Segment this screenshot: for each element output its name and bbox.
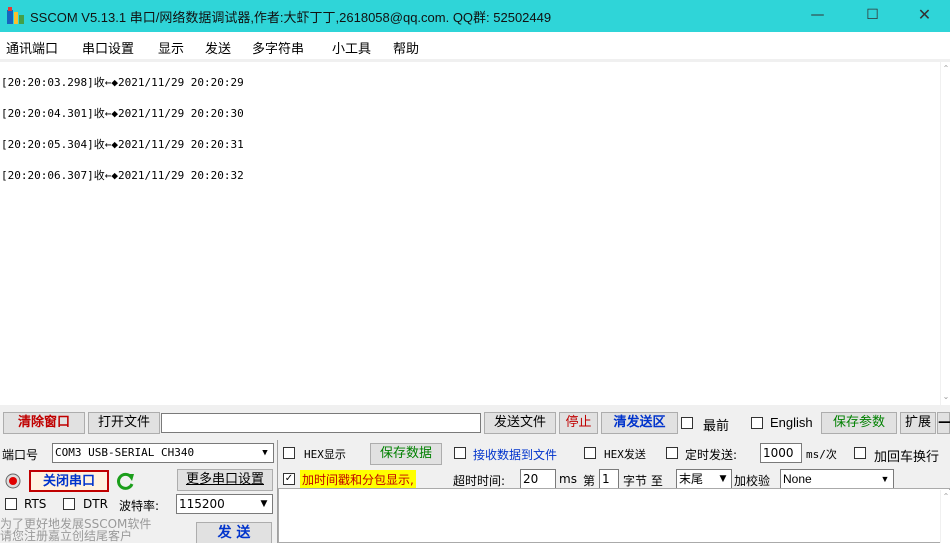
file-path-input[interactable] <box>161 413 481 433</box>
receive-line: [20:20:06.307]收←◆2021/11/29 20:20:32 <box>1 169 244 182</box>
hex-send-checkbox[interactable] <box>584 447 596 459</box>
port-status-icon <box>5 473 21 489</box>
collapse-button[interactable]: — <box>937 412 950 434</box>
rts-checkbox[interactable] <box>5 498 17 510</box>
send-file-button[interactable]: 发送文件 <box>484 412 556 434</box>
clear-send-button[interactable]: 清发送区 <box>601 412 678 434</box>
stop-button[interactable]: 停止 <box>559 412 598 434</box>
receive-line: [20:20:04.301]收←◆2021/11/29 20:20:30 <box>1 107 244 120</box>
timeout-label: 超时时间: <box>453 474 506 488</box>
timed-send-label: 定时发送: <box>685 448 738 462</box>
maximize-icon[interactable]: ☐ <box>850 0 895 32</box>
english-checkbox[interactable] <box>751 417 763 429</box>
menu-serial-settings[interactable]: 串口设置 <box>82 38 134 57</box>
timestamp-label: 加时间戳和分包显示, <box>300 470 416 489</box>
title-bar: SSCOM V5.13.1 串口/网络数据调试器,作者:大虾丁丁,2618058… <box>0 0 950 32</box>
chevron-down-icon[interactable]: ▼ <box>258 445 272 461</box>
dtr-checkbox[interactable] <box>63 498 75 510</box>
receive-scrollbar[interactable]: ⌃ ⌄ <box>940 62 950 405</box>
port-select[interactable]: COM3 USB-SERIAL CH340 ▼ <box>52 443 274 463</box>
menu-multi-string[interactable]: 多字符串 <box>252 38 304 57</box>
more-settings-button[interactable]: 更多串口设置 <box>177 469 273 491</box>
chevron-down-icon[interactable]: ▼ <box>878 471 892 487</box>
baud-label: 波特率: <box>119 499 160 513</box>
chevron-down-icon[interactable]: ▼ <box>716 471 730 487</box>
english-label: English <box>770 415 813 430</box>
topmost-checkbox[interactable] <box>681 417 693 429</box>
timestamp-checkbox[interactable]: ✓ <box>283 473 295 485</box>
end-value: 末尾 <box>679 472 704 486</box>
scroll-up-icon[interactable]: ⌃ <box>942 492 950 502</box>
promo-line-2: 请您注册嘉立创结尾客户 <box>0 529 133 543</box>
save-params-button[interactable]: 保存参数 <box>821 412 897 434</box>
append-newline-checkbox[interactable] <box>854 447 866 459</box>
receive-line: [20:20:03.298]收←◆2021/11/29 20:20:29 <box>1 76 244 89</box>
end-select[interactable]: 末尾 ▼ <box>676 469 732 489</box>
scroll-down-icon[interactable]: ⌄ <box>942 392 950 402</box>
baud-value: 115200 <box>179 497 225 511</box>
open-file-button[interactable]: 打开文件 <box>88 412 160 434</box>
chevron-down-icon[interactable]: ▼ <box>257 496 271 512</box>
port-value: COM3 USB-SERIAL CH340 <box>55 446 195 459</box>
timed-send-checkbox[interactable] <box>666 447 678 459</box>
close-port-button[interactable]: 关闭串口 <box>29 470 109 492</box>
checksum-label: 加校验 <box>734 474 771 488</box>
timeout-input[interactable]: 20 <box>520 469 556 489</box>
minimize-icon[interactable]: — <box>795 0 840 32</box>
rts-label: RTS <box>24 497 47 511</box>
clear-window-button[interactable]: 清除窗口 <box>3 412 85 434</box>
nth-label: 第 <box>583 474 596 488</box>
checksum-value: None <box>783 472 812 486</box>
recv-to-file-label: 接收数据到文件 <box>473 448 558 462</box>
timeout-unit: ms <box>559 472 577 486</box>
dtr-label: DTR <box>83 497 108 511</box>
expand-button[interactable]: 扩展 <box>900 412 936 434</box>
port-label: 端口号 <box>2 448 39 462</box>
scroll-up-icon[interactable]: ⌃ <box>942 64 950 74</box>
append-newline-label: 加回车换行 <box>874 450 940 465</box>
byte-to-label: 字节 至 <box>623 474 663 488</box>
send-button[interactable]: 发 送 <box>196 522 272 543</box>
send-scrollbar[interactable]: ⌃ <box>940 490 950 543</box>
nth-input[interactable]: 1 <box>599 469 619 489</box>
hex-display-checkbox[interactable] <box>283 447 295 459</box>
hex-display-label: HEX显示 <box>304 448 346 461</box>
app-icon <box>7 7 24 24</box>
menu-comm-port[interactable]: 通讯端口 <box>6 38 58 57</box>
baud-select[interactable]: 115200 ▼ <box>176 494 273 514</box>
save-data-button[interactable]: 保存数据 <box>370 443 442 465</box>
receive-line: [20:20:05.304]收←◆2021/11/29 20:20:31 <box>1 138 244 151</box>
hex-send-label: HEX发送 <box>604 448 646 461</box>
send-input[interactable] <box>278 488 950 543</box>
refresh-icon[interactable] <box>116 471 136 491</box>
interval-input[interactable]: 1000 <box>760 443 802 463</box>
promo-text: 为了更好地发展SSCOM软件 请您注册嘉立创结尾客户 <box>0 518 151 542</box>
receive-area[interactable]: [20:20:03.298]收←◆2021/11/29 20:20:29 [20… <box>0 62 940 405</box>
checksum-select[interactable]: None ▼ <box>780 469 894 489</box>
window-title: SSCOM V5.13.1 串口/网络数据调试器,作者:大虾丁丁,2618058… <box>30 10 552 25</box>
recv-to-file-checkbox[interactable] <box>454 447 466 459</box>
close-icon[interactable]: ✕ <box>902 0 947 32</box>
menu-help[interactable]: 帮助 <box>393 38 419 57</box>
menu-display[interactable]: 显示 <box>158 38 184 57</box>
menu-tools[interactable]: 小工具 <box>332 38 371 57</box>
interval-unit: ms/次 <box>806 448 837 461</box>
menu-send[interactable]: 发送 <box>205 38 231 57</box>
menu-bar: 通讯端口 串口设置 显示 发送 多字符串 小工具 帮助 <box>0 32 950 59</box>
topmost-label: 最前 <box>703 419 730 434</box>
